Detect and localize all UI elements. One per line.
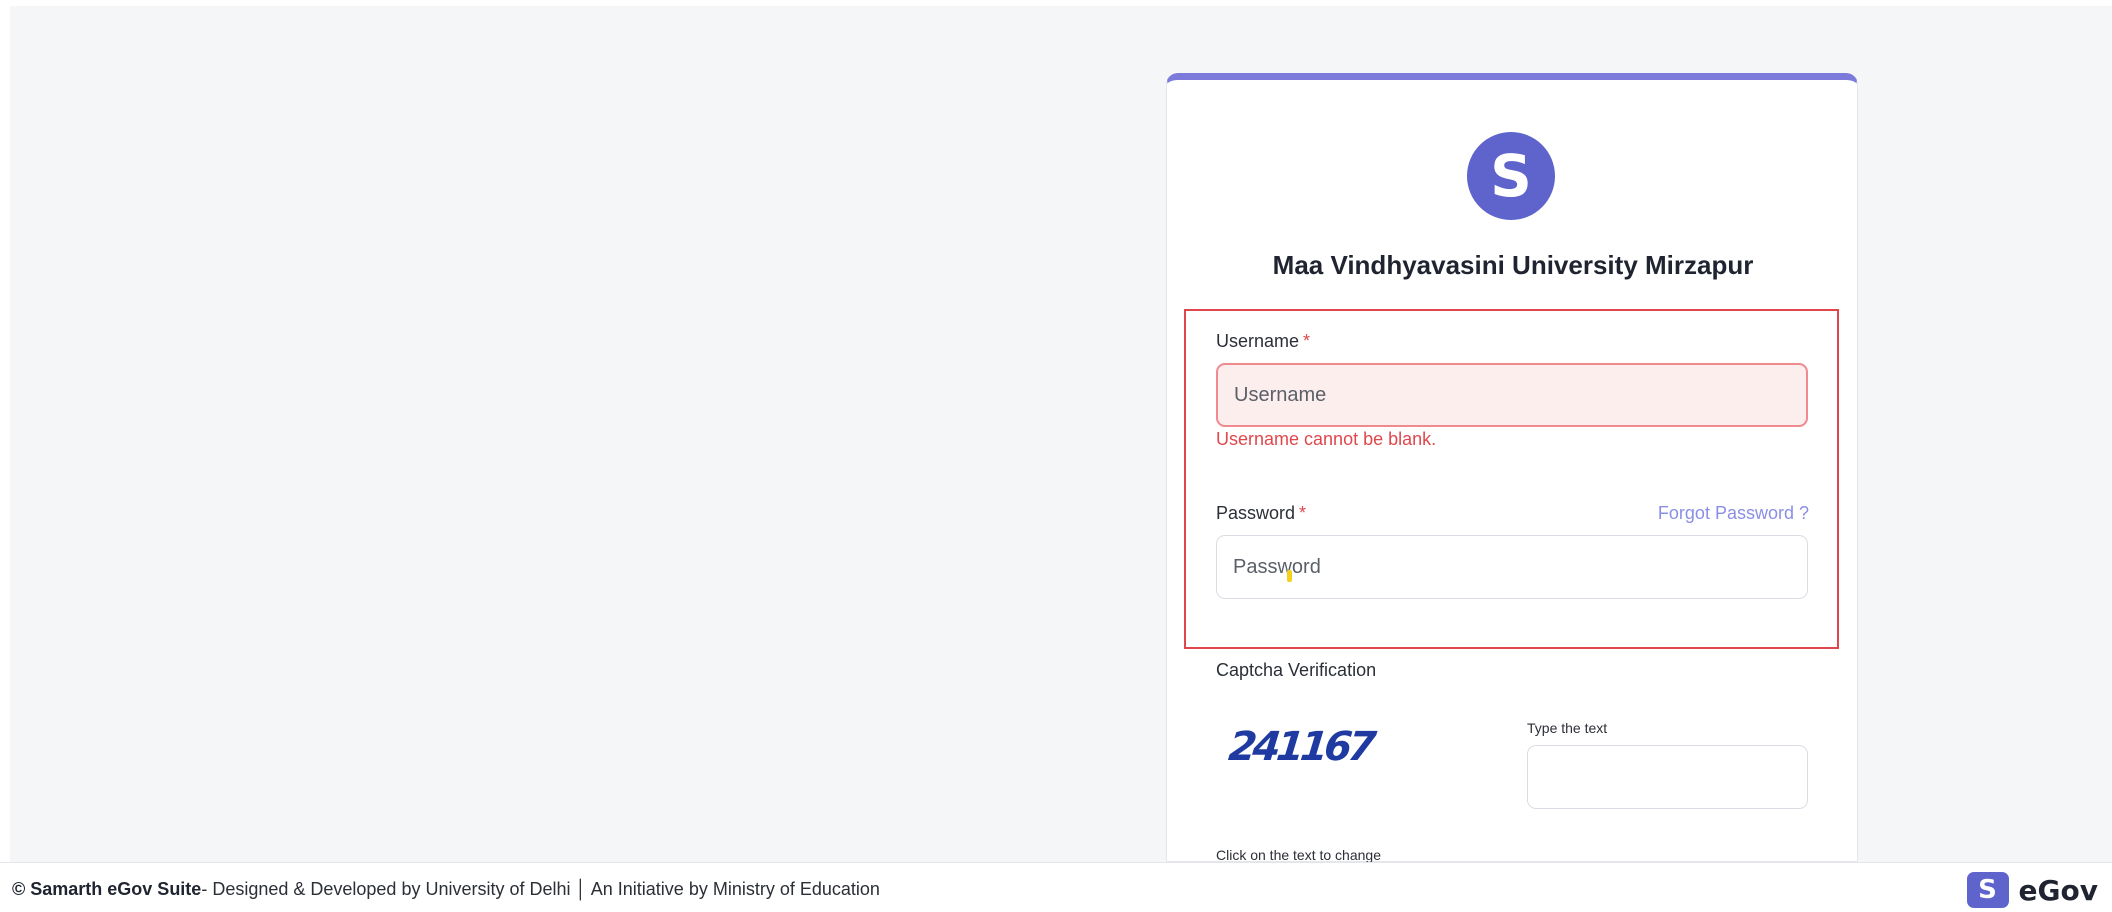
captcha-image[interactable]: 241167 — [1227, 724, 1375, 770]
forgot-password-link[interactable]: Forgot Password ? — [1658, 503, 1809, 524]
password-label: Password * — [1216, 503, 1306, 524]
username-error-message: Username cannot be blank. — [1216, 429, 1437, 449]
mouse-cursor-indicator — [1287, 570, 1292, 582]
username-label-text: Username — [1216, 331, 1300, 351]
username-label: Username * — [1216, 331, 1310, 352]
password-required-mark: * — [1299, 503, 1307, 523]
egov-logo-text: eGov — [2018, 873, 2098, 907]
footer-brand: © Samarth eGov Suite — [12, 879, 202, 899]
captcha-input-label: Type the text — [1527, 720, 1608, 736]
egov-logo-icon: S — [1966, 872, 2009, 908]
footer: © Samarth eGov Suite- Designed & Develop… — [0, 862, 2112, 912]
egov-logo: S eGov — [1966, 872, 2098, 908]
username-input[interactable] — [1216, 363, 1808, 427]
footer-credit: © Samarth eGov Suite- Designed & Develop… — [12, 879, 880, 900]
username-required-mark: * — [1303, 331, 1311, 351]
captcha-change-hint: Click on the text to change — [1216, 847, 1381, 863]
login-card: S Maa Vindhyavasini University Mirzapur … — [1166, 73, 1858, 863]
university-title: Maa Vindhyavasini University Mirzapur — [1272, 250, 1754, 280]
captcha-heading: Captcha Verification — [1216, 660, 1377, 680]
footer-credit-text: - Designed & Developed by University of … — [201, 879, 880, 899]
top-strip — [0, 0, 2112, 6]
password-input[interactable] — [1216, 535, 1808, 599]
left-strip — [0, 0, 10, 862]
password-label-text: Password — [1216, 503, 1296, 523]
samarth-logo-icon: S — [1467, 132, 1555, 220]
captcha-input[interactable] — [1527, 745, 1808, 809]
